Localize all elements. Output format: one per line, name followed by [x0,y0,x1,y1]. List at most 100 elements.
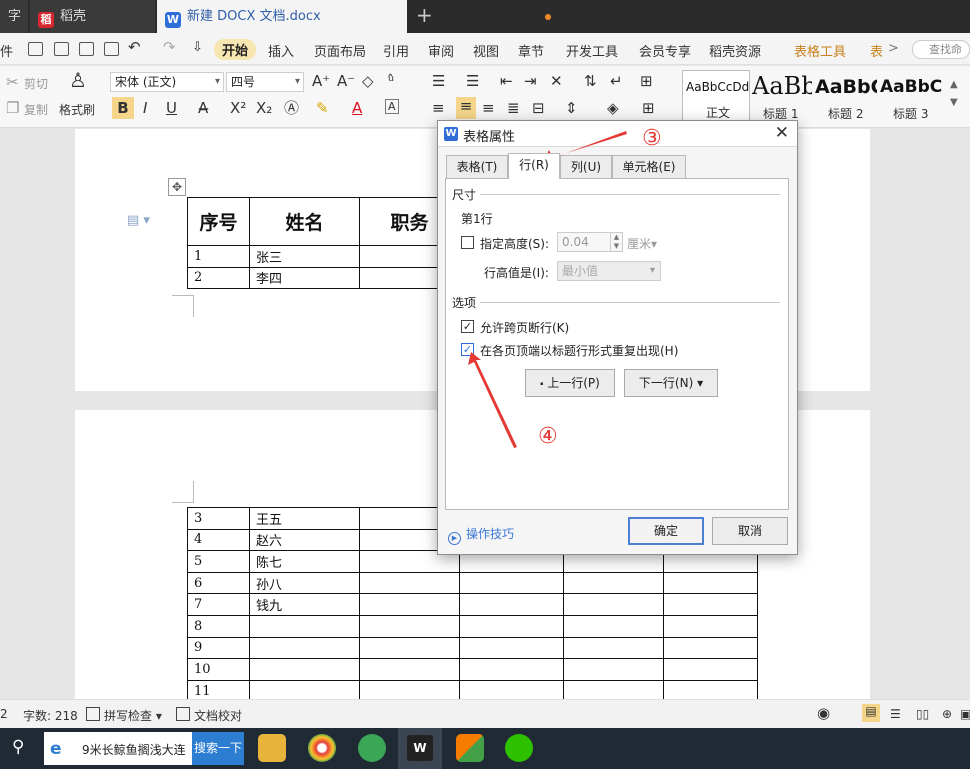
copy-icon[interactable]: ❐ [6,99,19,117]
table-cell[interactable] [459,679,564,699]
table-border-icon[interactable]: ⊞ [640,72,653,90]
table-cell[interactable]: 7 [187,593,250,616]
shrink-font-icon[interactable]: A⁻ [337,72,355,90]
menu-chapter[interactable]: 章节 [518,41,544,60]
taskbar-search-box[interactable]: e 9米长鲸鱼搁浅大连 搜索一下 [44,732,244,765]
font-size-select[interactable]: 四号 [226,72,304,92]
table-cell[interactable]: 2 [187,266,250,290]
table-cell[interactable] [249,658,360,681]
table-cell[interactable] [663,614,758,638]
export-icon[interactable] [54,42,69,56]
tab-partial[interactable]: 字 [0,0,28,33]
green-app-icon[interactable] [358,734,386,762]
chinese-layout-icon[interactable]: ✕ [550,72,563,90]
search-icon[interactable]: ⚲ [12,737,24,757]
char-border-icon[interactable]: A [385,99,399,114]
grow-font-icon[interactable]: A⁺ [312,72,330,90]
style-heading-3[interactable]: AaBbC 标题 3 [880,70,942,122]
line-spacing-icon[interactable]: ⇕ [565,99,578,117]
table-cell[interactable] [663,571,758,595]
table-cell[interactable] [459,614,564,638]
app-store-icon[interactable] [456,734,484,762]
clear-format-icon[interactable]: ◇ [362,72,374,90]
format-painter-label[interactable]: 格式刷 [59,101,95,118]
table-cell[interactable]: 4 [187,528,250,552]
undo-icon[interactable]: ↶ [128,38,141,56]
page-indicator[interactable]: 2 [0,707,8,721]
style-heading-2[interactable]: AaBbC 标题 2 [815,70,877,122]
taskbar-search-query[interactable]: 9米长鲸鱼搁浅大连 [82,741,192,758]
table-cell[interactable] [459,571,564,595]
menu-references[interactable]: 引用 [383,41,409,60]
paragraph-options-icon[interactable]: ▤ ▾ [127,213,150,228]
styles-scroll-icon[interactable]: ▲ ▼ [950,76,958,112]
tips-link[interactable]: ▶ 操作技巧 [448,525,514,545]
borders-icon[interactable]: ⊞ [642,99,655,117]
menu-developer[interactable]: 开发工具 [566,41,618,60]
bold-icon[interactable]: B [112,97,134,119]
menu-insert[interactable]: 插入 [268,41,294,60]
word-count[interactable]: 字数: 218 [23,707,78,724]
doc-check-label[interactable]: 文档校对 [194,707,242,724]
menu-table-tools[interactable]: 表格工具 [794,41,846,60]
increase-indent-icon[interactable]: ⇥ [524,72,537,90]
text-effect-icon[interactable]: Ⓐ [284,99,299,117]
eye-protection-icon[interactable]: ◉ [817,704,830,722]
table-cell[interactable] [459,593,564,616]
show-marks-icon[interactable]: ↵ [610,72,623,90]
strikethrough-icon[interactable]: A̶ [198,99,208,117]
redo-icon[interactable]: ↷ [163,38,176,56]
prev-row-button[interactable]: ⬝ 上一行(P) [525,369,615,397]
table-cell[interactable]: 11 [187,679,250,699]
table-cell[interactable] [563,571,664,595]
table-cell[interactable] [563,636,664,660]
tab-document[interactable]: W 新建 DOCX 文档.docx [157,0,551,33]
new-tab-button[interactable]: + [416,0,433,33]
underline-icon[interactable]: U [166,99,177,117]
font-name-select[interactable]: 宋体 (正文) [110,72,224,92]
menu-file[interactable]: 件 [0,41,13,60]
print-icon[interactable] [79,42,94,56]
file-explorer-icon[interactable] [258,734,286,762]
ok-button[interactable]: 确定 [628,517,704,545]
tab-cell[interactable]: 单元格(E) [612,155,686,179]
table-cell[interactable]: 3 [187,507,250,530]
table-cell[interactable] [663,636,758,660]
menu-home[interactable]: 开始 [214,39,257,60]
table-cell[interactable] [249,679,360,699]
table-cell[interactable] [359,658,460,681]
stepper-arrows-icon[interactable]: ▲ ▼ [610,233,622,251]
allow-row-break-checkbox[interactable]: ✓ [461,320,474,333]
reading-view-icon[interactable]: ▯▯ [916,707,929,721]
tab-row[interactable]: 行(R) [508,153,560,179]
table-cell[interactable] [459,658,564,681]
subscript-icon[interactable]: X₂ [256,99,272,117]
table-cell[interactable] [359,593,460,616]
browser-icon[interactable] [308,734,336,762]
table-cell[interactable]: 1 [187,245,250,268]
menu-docer-resources[interactable]: 稻壳资源 [709,41,761,60]
table-cell[interactable]: 9 [187,636,250,660]
table-cell[interactable]: 王五 [249,507,360,530]
wechat-icon[interactable] [505,734,533,762]
justify-icon[interactable]: ≣ [507,99,520,117]
wps-writer-taskbar-item[interactable]: W [398,728,442,769]
table-cell[interactable]: 张三 [249,245,360,268]
sort-icon[interactable]: ⇅ [584,72,597,90]
align-center-icon[interactable]: ≡ [456,97,476,119]
tab-table[interactable]: 表格(T) [446,155,508,179]
menu-view[interactable]: 视图 [473,41,499,60]
copy-label[interactable]: 复制 [24,101,48,118]
menu-review[interactable]: 审阅 [428,41,454,60]
header-cell-number[interactable]: 序号 [187,197,250,246]
table-cell[interactable] [459,636,564,660]
next-row-button[interactable]: 下一行(N) ▾ [624,369,718,397]
italic-icon[interactable]: I [143,99,147,117]
print-preview-icon[interactable] [104,42,119,56]
specify-height-checkbox[interactable] [461,236,474,249]
table-cell[interactable]: 孙八 [249,571,360,595]
table-cell[interactable] [563,614,664,638]
unit-select[interactable]: 厘米▾ [627,235,657,252]
table-cell[interactable] [359,679,460,699]
highlight-icon[interactable]: ✎ [316,99,329,117]
